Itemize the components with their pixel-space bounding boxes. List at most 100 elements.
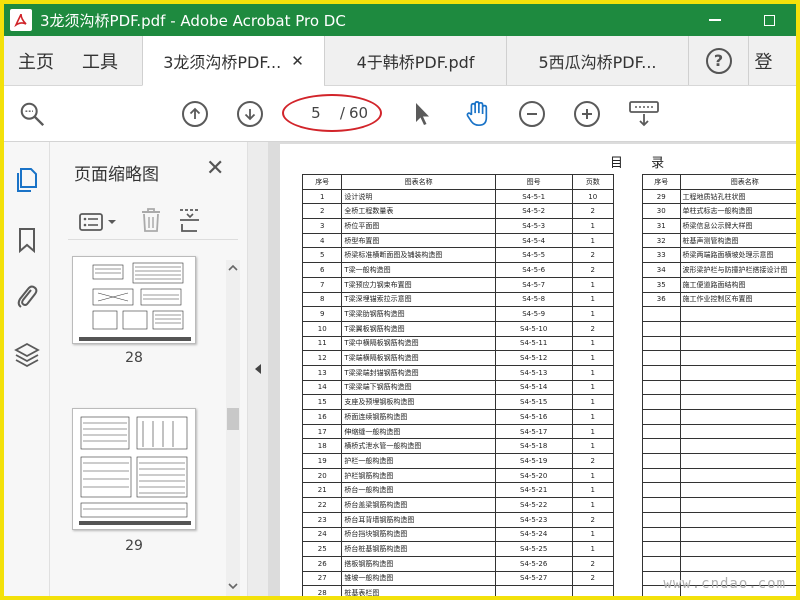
fit-page-button[interactable] [628, 100, 660, 128]
table-cell [679, 511, 796, 528]
document-tab-3[interactable]: 5西瓜沟桥PDF... [506, 36, 688, 85]
delete-pages-button[interactable] [139, 206, 163, 238]
table-cell: S4-5-27 [494, 570, 573, 587]
table-row: 33 桥梁两端路面横坡处理示意图 [642, 247, 796, 264]
table-cell: 桥台桩基钢筋构造图 [341, 541, 496, 557]
table-cell: 横桥式泄水管一般构造图 [341, 438, 496, 455]
table-cell: 桥台盖梁钢筋构造图 [341, 497, 496, 513]
document-tab-2[interactable]: 4于韩桥PDF.pdf [324, 36, 506, 85]
table-cell: 护栏一般构造图 [341, 453, 496, 469]
table-cell: 2 [571, 320, 615, 337]
table-cell: T梁端横隔板钢筋构造图 [341, 350, 496, 366]
select-tool-button[interactable] [408, 100, 436, 128]
table-cell [679, 350, 796, 366]
zoom-out-button[interactable] [518, 100, 546, 128]
table-cell: 17 [301, 423, 343, 440]
close-tab-icon[interactable]: ✕ [291, 52, 304, 70]
table-cell: 2 [571, 453, 615, 469]
table-cell: 桥台耳背墙钢筋构造图 [341, 511, 496, 528]
thumbnail-options-button[interactable] [78, 211, 117, 233]
table-cell [679, 379, 796, 396]
table-row: 19 护栏一般构造图 S4-5-19 2 [301, 453, 615, 469]
maximize-button[interactable] [742, 4, 796, 36]
collapse-panel-handle[interactable] [248, 142, 268, 596]
document-viewport[interactable]: 目 录 序号 图表名称 图号 页数 1 设计说明 S4-5-1 10 2 全桥工程数量表 S… [268, 142, 796, 596]
table-cell: S4-5-14 [494, 379, 573, 396]
table-cell [642, 497, 681, 513]
thumbnail-drawing [79, 262, 191, 341]
document-tab-1[interactable]: 3龙须沟桥PDF... ✕ [142, 36, 324, 86]
bookmarks-button[interactable] [14, 226, 40, 254]
table-cell: 1 [571, 306, 615, 322]
scroll-up-icon [228, 264, 238, 271]
table-row: 6 T梁一般构造图 S4-5-6 2 [301, 262, 615, 278]
table-cell: S4-5-8 [494, 291, 573, 308]
table-cell: 1 [571, 364, 615, 381]
table-cell: S4-5-20 [494, 467, 573, 484]
table-cell: S4-5-16 [494, 409, 573, 425]
table-row: 9 T梁梁肋钢筋构造图 S4-5-9 1 [301, 306, 615, 322]
maximize-icon [763, 14, 775, 26]
zoom-in-button[interactable] [573, 100, 601, 128]
table-cell: 13 [301, 364, 343, 381]
table-cell: 桥位平面图 [341, 218, 496, 234]
next-page-button[interactable] [236, 100, 264, 128]
table-cell: 护栏钢筋构造图 [341, 467, 496, 484]
table-cell [679, 364, 796, 381]
table-cell [679, 453, 796, 469]
crop-pages-button[interactable] [177, 206, 203, 238]
table-cell: S4-5-25 [494, 541, 573, 557]
page-thumbnails-button[interactable] [14, 166, 40, 194]
attachments-button[interactable] [14, 282, 40, 310]
table-cell [679, 497, 796, 513]
previous-page-button[interactable] [181, 100, 209, 128]
help-button[interactable]: ? [688, 36, 748, 85]
table-cell [642, 555, 681, 572]
table-row [642, 453, 796, 469]
close-panel-icon[interactable]: ✕ [206, 156, 224, 181]
contents-table-right: 序号 图表名称 29 工程地质钻孔柱状图 30 单柱式标志一般构造图 31 桥梁信息公示牌… [642, 174, 796, 596]
hand-tool-button[interactable] [463, 100, 491, 128]
table-cell [494, 585, 573, 596]
table-cell: 3 [301, 218, 343, 234]
table-row: 7 T梁预应力钢束布置图 S4-5-7 1 [301, 276, 615, 293]
table-cell: 桥面连续钢筋构造图 [341, 409, 496, 425]
table-row: 35 施工便道路面结构图 [642, 276, 796, 293]
page-number-field[interactable]: 5 / 60 [282, 94, 382, 132]
table-cell: S4-5-7 [494, 276, 573, 293]
layers-button[interactable] [14, 340, 40, 368]
table-cell: 支座及预埋钢板构造图 [341, 394, 496, 410]
chevron-down-icon [108, 219, 116, 224]
tools-tab[interactable]: 工具 [68, 36, 132, 85]
scrollbar-thumb[interactable] [227, 408, 239, 430]
table-cell: 28 [301, 585, 343, 596]
table-cell: S4-5-6 [494, 262, 573, 278]
table-row: 32 桩基声测管构造图 [642, 232, 796, 249]
table-cell: 单柱式标志一般构造图 [679, 203, 796, 220]
table-row: 13 T梁梁端封锚钢筋构造图 S4-5-13 1 [301, 364, 615, 381]
table-cell: 15 [301, 394, 343, 410]
table-cell [571, 585, 615, 596]
table-cell: 35 [642, 276, 681, 293]
thumbnail-scrollbar[interactable] [226, 260, 240, 596]
table-row: 15 支座及预埋钢板构造图 S4-5-15 1 [301, 394, 615, 410]
table-cell: 25 [301, 541, 343, 557]
table-row [642, 364, 796, 381]
table-cell: 6 [301, 262, 343, 278]
table-cell: T梁梁端下钢筋构造图 [341, 379, 496, 396]
sign-in-button[interactable]: 登 [748, 36, 778, 85]
search-button[interactable] [18, 100, 46, 128]
table-row: 12 T梁端横隔板钢筋构造图 S4-5-12 1 [301, 350, 615, 366]
minimize-button[interactable] [688, 4, 742, 36]
table-cell: 1 [571, 438, 615, 455]
page-thumbnail-29[interactable] [72, 408, 196, 530]
table-row [642, 350, 796, 366]
table-cell [642, 511, 681, 528]
table-cell [679, 306, 796, 322]
home-tab[interactable]: 主页 [4, 36, 68, 85]
page-thumbnail-28[interactable] [72, 256, 196, 344]
table-cell: 全桥工程数量表 [341, 203, 496, 220]
table-row: 16 桥面连续钢筋构造图 S4-5-16 1 [301, 409, 615, 425]
current-page-input[interactable]: 5 [296, 104, 336, 122]
thumbnails-panel: 页面缩略图 ✕ 28 29 [50, 142, 248, 596]
